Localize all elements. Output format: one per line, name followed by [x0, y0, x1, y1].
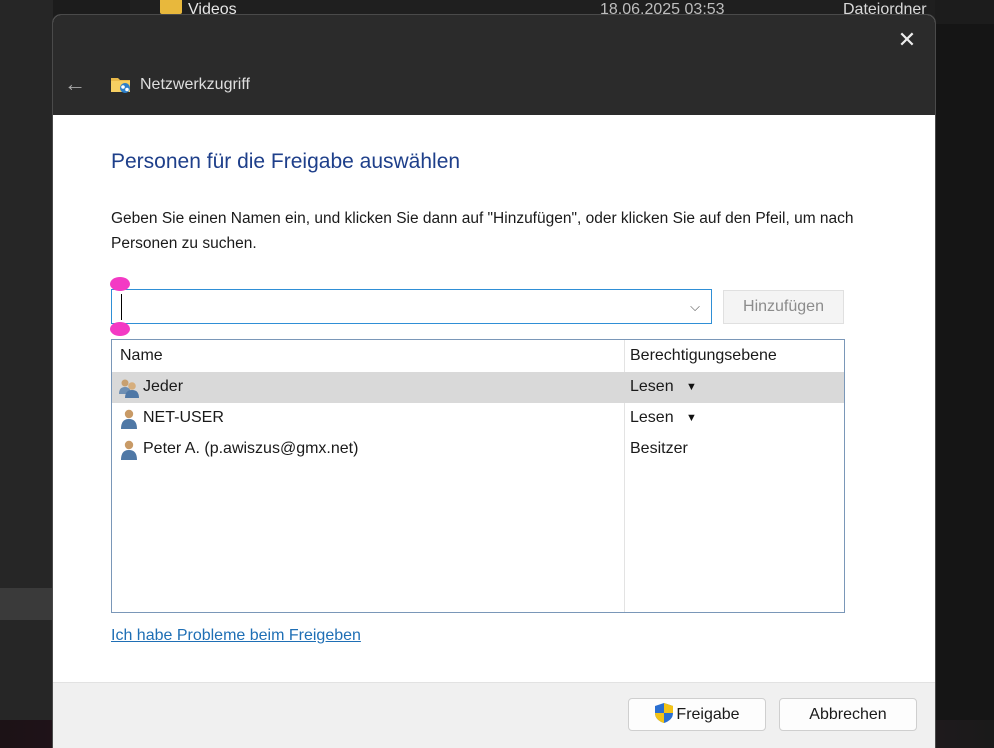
person-name-combobox[interactable]: ⌵: [111, 289, 712, 324]
network-access-dialog: ✕ ← Netzwerkzugriff Personen für die Fre…: [53, 15, 935, 748]
table-row[interactable]: NET-USER Lesen ▼: [112, 403, 844, 434]
back-arrow-icon[interactable]: ←: [62, 71, 88, 97]
row-name: NET-USER: [143, 409, 224, 426]
dialog-title: Netzwerkzugriff: [140, 76, 250, 93]
column-header-name[interactable]: Name: [120, 347, 163, 365]
chevron-down-icon[interactable]: ⌵: [685, 292, 705, 322]
selection-handle-bottom[interactable]: [110, 322, 130, 336]
group-icon: [119, 379, 139, 398]
text-caret: [121, 294, 122, 320]
page-title: Personen für die Freigabe auswählen: [111, 150, 461, 173]
instruction-text: Geben Sie einen Namen ein, und klicken S…: [111, 210, 854, 252]
share-button-label: Freigabe: [676, 706, 740, 723]
row-permission[interactable]: Lesen: [630, 409, 674, 427]
permission-dropdown-arrow-icon[interactable]: ▼: [686, 378, 697, 396]
column-header-permission[interactable]: Berechtigungsebene: [630, 347, 777, 365]
share-button[interactable]: Freigabe: [628, 698, 766, 731]
user-icon: [121, 409, 137, 429]
dialog-footer: Freigabe Abbrechen: [53, 682, 935, 748]
row-permission: Besitzer: [630, 440, 688, 457]
uac-shield-icon: [655, 702, 674, 723]
permission-dropdown-arrow-icon[interactable]: ▼: [686, 409, 697, 427]
row-name: Peter A. (p.awiszus@gmx.net): [143, 440, 359, 457]
table-row[interactable]: Jeder Lesen ▼: [112, 372, 844, 403]
background-right-panel: [935, 24, 994, 748]
user-icon: [121, 440, 137, 460]
network-folder-icon: [111, 78, 130, 93]
close-button[interactable]: ✕: [889, 25, 925, 55]
row-name: Jeder: [143, 378, 184, 395]
list-header: Name Berechtigungsebene: [112, 340, 844, 372]
selection-handle-top[interactable]: [110, 277, 130, 291]
sharing-list: Name Berechtigungsebene Jeder Lesen ▼ NE…: [111, 339, 845, 613]
row-permission[interactable]: Lesen: [630, 378, 674, 396]
cancel-button[interactable]: Abbrechen: [779, 698, 917, 731]
dialog-titlebar: ✕ ← Netzwerkzugriff: [53, 15, 935, 115]
sharing-help-link[interactable]: Ich habe Probleme beim Freigeben: [111, 627, 361, 645]
background-sidebar-selected-item: [0, 588, 53, 620]
table-row[interactable]: Peter A. (p.awiszus@gmx.net) Besitzer: [112, 434, 844, 465]
folder-icon: [160, 0, 182, 14]
background-sidebar: [0, 0, 53, 748]
add-button[interactable]: Hinzufügen: [723, 290, 844, 324]
